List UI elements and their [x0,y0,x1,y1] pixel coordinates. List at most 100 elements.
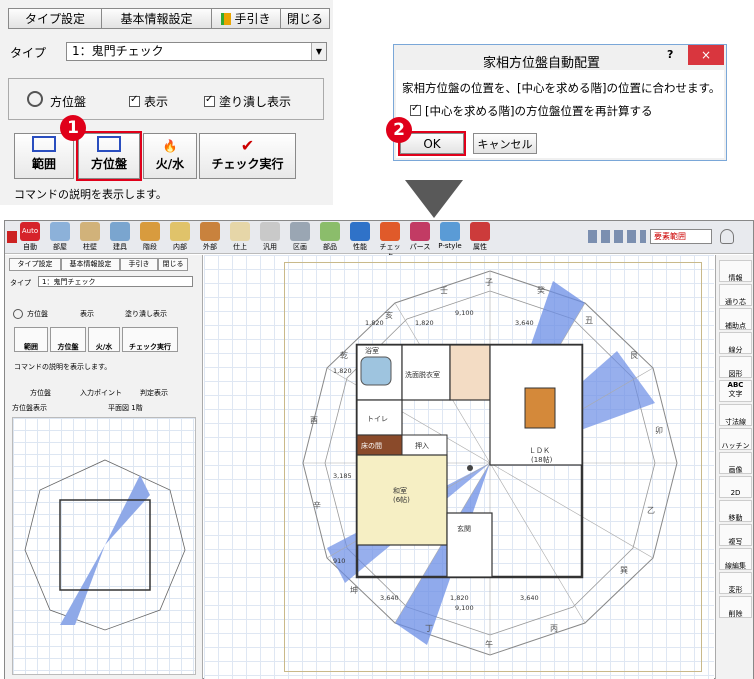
toolbar-stairs[interactable]: 階段 [137,222,163,252]
panel-range-button[interactable]: 範囲 [14,327,48,352]
cancel-button[interactable]: キャンセル [473,133,537,154]
panel-btn-close[interactable]: 閉じる [158,258,188,271]
dialog-title: 家相方位盤自動配置 [483,56,601,71]
basic-info-button[interactable]: 基本情報設定 [101,8,212,29]
check-run-button[interactable]: ✔ チェック実行 [199,133,296,179]
panel-btn-basic-info[interactable]: 基本情報設定 [61,258,120,271]
zodiac-17: 丙 [550,624,558,633]
toolbar-section[interactable]: 区画 [287,222,313,252]
view-tools[interactable] [588,230,646,243]
panel-check-button[interactable]: チェック実行 [122,327,178,352]
range-select[interactable]: 要素範囲 [650,229,712,244]
show-checkbox[interactable]: 表示 [129,93,168,110]
toolbar-finish[interactable]: 仕上 [227,222,253,252]
toolbar-parts[interactable]: 部品 [317,222,343,252]
toolbar-perspective[interactable]: パース [407,222,433,252]
compass-overlay: 洗面脱衣室 浴室 ＬＤＫ (18帖) トイレ 床の間 押入 和室 (6帖) 玄関… [302,270,678,656]
tool-shape[interactable]: 図形 [719,356,752,378]
range-button[interactable]: 範囲 [14,133,74,179]
panel-btn-type-settings[interactable]: タイプ設定 [9,258,61,271]
dim-bottom-3: 3,640 [520,594,539,602]
toolbar-interior[interactable]: 内部 [167,222,193,252]
fill-checkbox[interactable]: 塗り潰し表示 [204,93,291,110]
tool-hatching[interactable]: ハッチング [719,428,752,460]
person-icon[interactable] [720,229,734,244]
room-washitsu-size: (6帖) [393,495,410,504]
general-icon [260,222,280,241]
fixture-icon [110,222,130,241]
compass-show-checkbox[interactable]: 方位盤表示 [12,403,47,413]
tool-transform[interactable]: 変形 [719,572,752,594]
range-icon [32,136,56,152]
toolbar-attribute[interactable]: 属性 [467,222,493,252]
tool-grid-line[interactable]: 通り芯 [719,284,752,306]
attribute-icon [470,222,490,241]
command-description: コマンドの説明を表示します。 [14,188,167,201]
toolbar-auto[interactable]: Auto 自動 [17,222,43,252]
tool-aux-point[interactable]: 補助点 [719,308,752,330]
toolbar-pstyle[interactable]: P-style [437,222,463,250]
step-2-badge: 2 [386,117,412,143]
close-icon[interactable]: × [688,45,724,65]
zodiac-1: 丑 [585,316,593,325]
close-button[interactable]: 閉じる [280,8,330,29]
mini-compass [24,459,186,631]
toolbar-section-label: 区画 [293,243,307,251]
toolbar-fixture[interactable]: 建具 [107,222,133,252]
toolbar-performance[interactable]: 性能 [347,222,373,252]
dim-bottom-2: 1,820 [450,594,469,602]
toolbar-pillar-wall[interactable]: 柱壁 [77,222,103,252]
panel-fill-checkbox[interactable]: 塗り潰し表示 [125,309,167,319]
tool-info[interactable]: 情報 [719,260,752,282]
guide-button[interactable]: 手引き [211,8,281,29]
tool-text[interactable]: ABC 文字 [719,380,752,402]
tab-compass[interactable]: 方位盤 [30,388,51,398]
stairs-icon [140,222,160,241]
perspective-icon [410,222,430,241]
tool-dimension[interactable]: 寸法線 [719,404,752,426]
compass-icon [27,91,43,107]
step-1-badge: 1 [60,115,86,141]
tool-copy[interactable]: 複写 [719,524,752,546]
fill-checkbox-label: 塗り潰し表示 [219,95,292,109]
tab-judgement[interactable]: 判定表示 [140,388,168,398]
zodiac-6: 午 [485,639,493,649]
finish-icon [230,222,250,241]
zodiac-12: 壬 [440,285,448,295]
zodiac-11: 亥 [385,310,393,320]
toolbar-room[interactable]: 部屋 [47,222,73,252]
panel-compass-button[interactable]: 方位盤 [50,327,86,352]
panel-firewater-button[interactable]: 火/水 [88,327,120,352]
panel-btn-guide[interactable]: 手引き [120,258,158,271]
room-ldk: ＬＤＫ [529,447,550,455]
toolbar-exterior-label: 外部 [203,243,217,251]
fire-water-button[interactable]: 🔥 火/水 [143,133,197,179]
tool-2d[interactable]: 2D [719,476,752,498]
tool-move[interactable]: 移動 [719,500,752,522]
toolbar-stairs-label: 階段 [143,243,157,251]
room-washitsu: 和室 [393,486,407,495]
section-icon [290,222,310,241]
tool-delete[interactable]: 削除 [719,596,752,618]
panel-compass-label: 方位盤 [27,310,48,318]
recalc-checkbox[interactable]: [中心を求める階]の方位盤位置を再計算する [410,103,652,119]
type-settings-button[interactable]: タイプ設定 [8,8,102,29]
panel-type-select[interactable]: 1：鬼門チェック [38,276,193,287]
tool-segment[interactable]: 線分 [719,332,752,354]
dim-top-total: 9,100 [455,309,474,317]
dim-top-3: 3,640 [515,319,534,327]
toolbar-interior-label: 内部 [173,243,187,251]
panel-show-checkbox[interactable]: 表示 [80,309,94,319]
compass-command-button[interactable]: 方位盤 [76,131,142,181]
room-icon [50,222,70,241]
tool-image[interactable]: 画像 [719,452,752,474]
type-select[interactable]: 1：鬼門チェック ▼ [66,42,327,61]
help-icon[interactable]: ? [667,48,673,61]
performance-icon [350,222,370,241]
check-tool-icon [380,222,400,241]
toolbar-exterior[interactable]: 外部 [197,222,223,252]
tool-line-edit[interactable]: 線編集 [719,548,752,570]
toolbar-general[interactable]: 汎用 [257,222,283,252]
toolbar-pillar-wall-label: 柱壁 [83,243,97,251]
tab-input-point[interactable]: 入力ポイント [80,388,122,398]
